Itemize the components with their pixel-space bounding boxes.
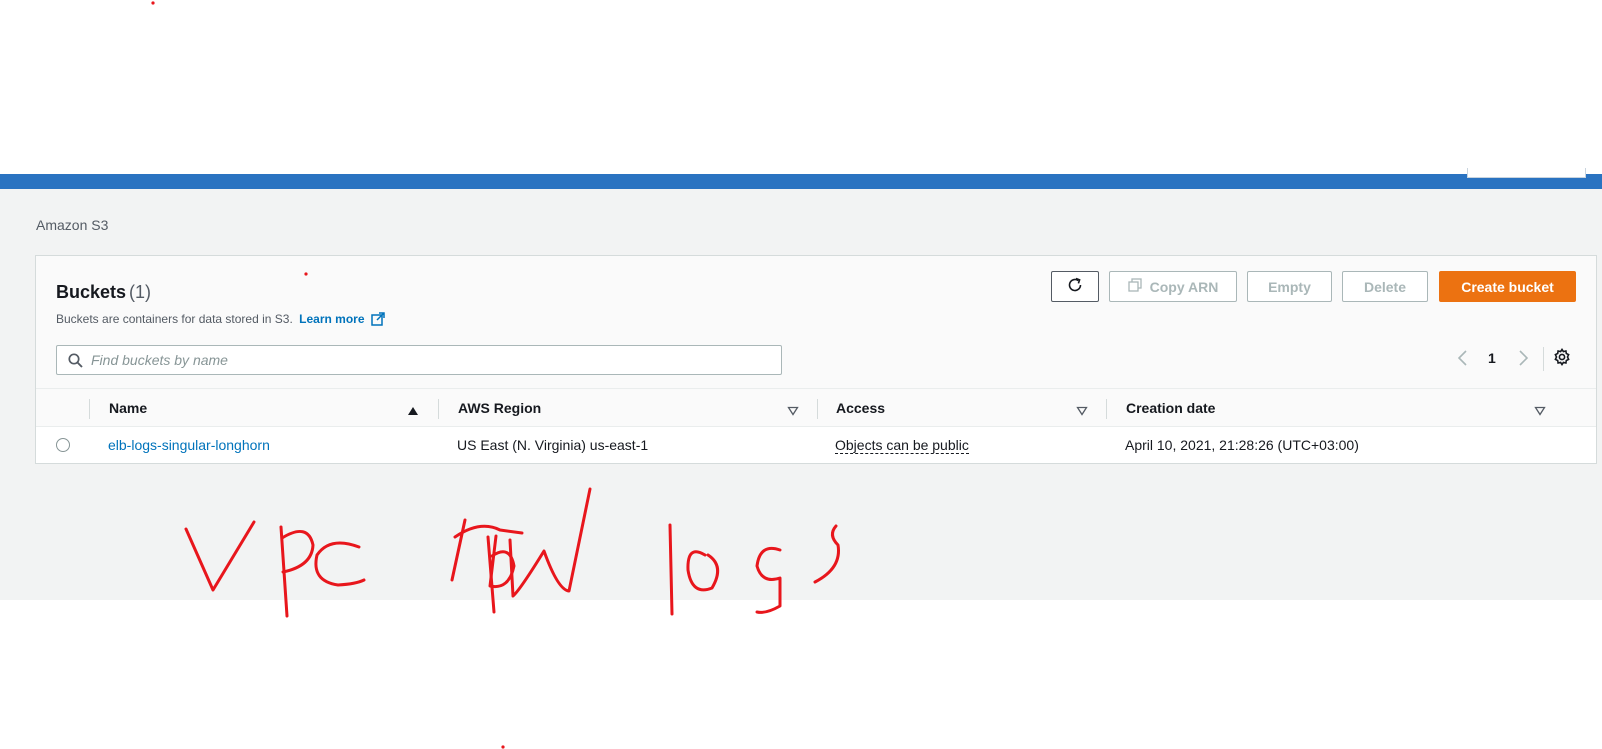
access-status[interactable]: Objects can be public xyxy=(835,437,969,454)
bucket-name-link[interactable]: elb-logs-singular-longhorn xyxy=(108,427,270,463)
previous-page-icon[interactable] xyxy=(1456,349,1470,372)
learn-more-link[interactable]: Learn more xyxy=(299,312,364,326)
header-tab xyxy=(1467,168,1586,178)
bucket-region: US East (N. Virginia) us-east-1 xyxy=(457,437,649,453)
delete-button[interactable]: Delete xyxy=(1342,271,1428,302)
next-page-icon[interactable] xyxy=(1516,349,1530,372)
panel-description: Buckets are containers for data stored i… xyxy=(56,312,385,329)
row-select-radio[interactable] xyxy=(56,438,70,452)
sort-icon[interactable] xyxy=(1534,403,1546,421)
copy-icon xyxy=(1127,278,1142,295)
gear-icon[interactable] xyxy=(1553,348,1571,371)
breadcrumb[interactable]: Amazon S3 xyxy=(36,217,108,233)
panel-title-text: Buckets xyxy=(56,282,127,302)
sort-icon[interactable] xyxy=(1076,403,1088,421)
refresh-icon xyxy=(1066,276,1084,297)
table-header: Name AWS Region Access Creation date xyxy=(36,388,1596,427)
copy-arn-label: Copy ARN xyxy=(1149,278,1219,295)
create-bucket-button[interactable]: Create bucket xyxy=(1439,271,1576,302)
header-bar xyxy=(0,174,1602,189)
top-blank-area xyxy=(0,0,1602,174)
column-header-creation-date[interactable]: Creation date xyxy=(1126,389,1215,427)
search-field[interactable] xyxy=(56,345,782,375)
column-separator xyxy=(89,399,90,419)
bucket-creation-date: April 10, 2021, 21:28:26 (UTC+03:00) xyxy=(1125,437,1359,453)
panel-description-text: Buckets are containers for data stored i… xyxy=(56,312,293,326)
bucket-access[interactable]: Objects can be public xyxy=(835,427,969,463)
external-link-icon[interactable] xyxy=(370,312,385,329)
column-separator xyxy=(1106,399,1107,419)
bucket-count: (1) xyxy=(129,282,152,302)
bucket-name[interactable]: elb-logs-singular-longhorn xyxy=(108,437,270,453)
column-header-access[interactable]: Access xyxy=(836,389,885,427)
sort-icon[interactable] xyxy=(787,403,799,421)
table-row[interactable]: elb-logs-singular-longhorn US East (N. V… xyxy=(36,427,1596,463)
empty-button[interactable]: Empty xyxy=(1247,271,1332,302)
copy-arn-button[interactable]: Copy ARN xyxy=(1109,271,1237,302)
search-icon xyxy=(68,353,83,373)
sort-ascending-icon[interactable] xyxy=(407,403,419,421)
panel-title: Buckets (1) xyxy=(56,282,151,303)
column-separator xyxy=(438,399,439,419)
current-page-number[interactable]: 1 xyxy=(1488,350,1496,366)
column-header-region[interactable]: AWS Region xyxy=(458,389,541,427)
refresh-button[interactable] xyxy=(1051,271,1099,302)
column-separator xyxy=(817,399,818,419)
buckets-panel: Buckets (1) Buckets are containers for da… xyxy=(35,255,1597,464)
search-input[interactable] xyxy=(91,350,771,370)
column-header-name[interactable]: Name xyxy=(109,389,147,427)
pagination-divider xyxy=(1543,347,1544,371)
